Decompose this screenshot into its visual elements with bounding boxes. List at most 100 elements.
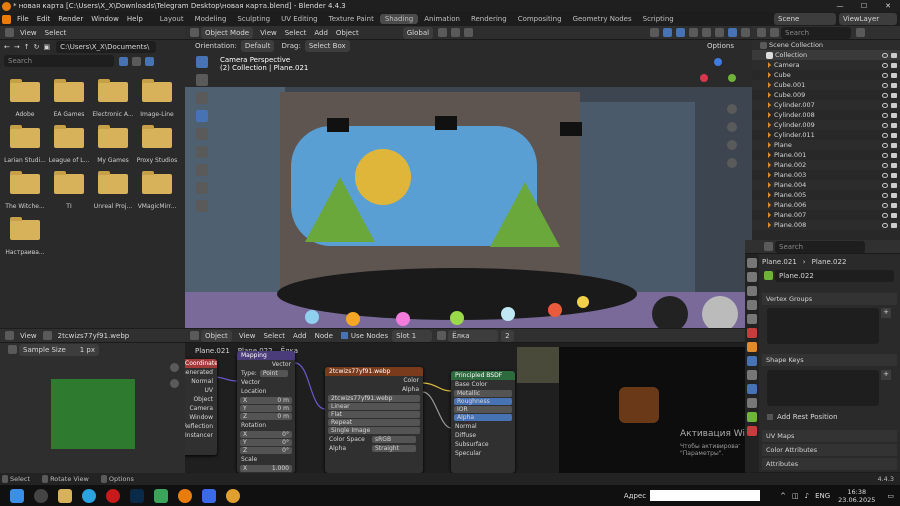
panel-attributes[interactable]: Attributes — [762, 458, 897, 470]
outliner-item[interactable]: Cube.001 — [752, 80, 900, 90]
source-dropdown[interactable]: Single Image — [328, 427, 420, 434]
alpha-mode-dropdown[interactable]: Straight — [372, 445, 416, 452]
transform-tool-icon[interactable] — [196, 146, 208, 158]
spreadsheet-icon[interactable] — [154, 488, 168, 503]
filter-icon[interactable] — [856, 28, 865, 37]
texture-coordinate-node[interactable]: Coordinate Generated Normal UV Object Camera… — [185, 359, 217, 455]
render-camera-icon[interactable] — [891, 72, 897, 78]
outliner-item[interactable]: Plane.001 — [752, 150, 900, 160]
visibility-eye-icon[interactable] — [882, 102, 888, 108]
outliner-item[interactable]: Cylinder.009 — [752, 120, 900, 130]
outliner-item[interactable]: Cube — [752, 70, 900, 80]
properties-search-input[interactable]: Search — [775, 240, 865, 253]
zoom-icon[interactable] — [727, 104, 737, 114]
view-layer-selector[interactable]: ViewLayer — [839, 13, 897, 25]
ortho-toggle-icon[interactable] — [727, 158, 737, 168]
outliner-item[interactable]: Plane.008 — [752, 220, 900, 230]
folder-item[interactable] — [96, 171, 130, 198]
folder-item[interactable] — [140, 79, 174, 106]
folder-item[interactable] — [52, 171, 86, 198]
add-rest-position-checkbox[interactable] — [767, 414, 773, 420]
visibility-eye-icon[interactable] — [882, 62, 888, 68]
menu-help[interactable]: Help — [123, 15, 147, 23]
principled-bsdf-node[interactable]: Principled BSDF Base Color Metallic Roug… — [451, 371, 515, 473]
volume-icon[interactable]: ♪ — [805, 492, 809, 500]
output-tab-icon[interactable] — [747, 286, 757, 296]
snap-icon[interactable] — [451, 28, 461, 37]
add-cube-tool-icon[interactable] — [196, 200, 208, 212]
mesh-data-field[interactable]: Plane.022 — [775, 269, 894, 282]
folder-item[interactable] — [140, 125, 174, 152]
back-arrow-icon[interactable]: ← — [4, 43, 10, 51]
visibility-eye-icon[interactable] — [882, 152, 888, 158]
outliner-search-input[interactable]: Search — [781, 26, 851, 39]
filter-icon[interactable] — [145, 56, 154, 66]
tab-animation[interactable]: Animation — [419, 14, 465, 24]
projection-dropdown[interactable]: Flat — [328, 411, 420, 418]
blender-menu-icon[interactable] — [2, 14, 11, 24]
opera-icon[interactable] — [106, 488, 120, 503]
shape-keys-list[interactable] — [767, 370, 879, 406]
scene-tab-icon[interactable] — [747, 314, 757, 324]
folder-item[interactable] — [96, 79, 130, 106]
add-vertex-group-button[interactable]: + — [881, 308, 891, 318]
fb-search-input[interactable]: Search — [4, 55, 114, 67]
properties-type-icon[interactable] — [764, 242, 773, 251]
mapping-rotation-field[interactable]: X 0° — [240, 431, 292, 438]
visibility-icon[interactable] — [650, 28, 659, 37]
visibility-eye-icon[interactable] — [882, 162, 888, 168]
tab-geometry-nodes[interactable]: Geometry Nodes — [568, 14, 637, 24]
visibility-eye-icon[interactable] — [882, 182, 888, 188]
viewport-type-icon[interactable] — [190, 28, 199, 37]
outliner-item[interactable]: Cylinder.008 — [752, 110, 900, 120]
bsdf-alpha-field[interactable]: Alpha — [454, 414, 512, 421]
pan-hand-icon[interactable] — [727, 122, 737, 132]
tab-texture-paint[interactable]: Texture Paint — [324, 14, 379, 24]
parent-dir-icon[interactable]: ↑ — [24, 43, 30, 51]
folder-item[interactable] — [96, 125, 130, 152]
outliner-item[interactable]: Camera — [752, 60, 900, 70]
modifier-tab-icon[interactable] — [747, 356, 757, 366]
explorer-icon[interactable] — [58, 488, 72, 503]
move-tool-icon[interactable] — [196, 92, 208, 104]
bsdf-subsurface-section[interactable]: Subsurface — [451, 440, 515, 449]
grass-texture-preview[interactable] — [51, 379, 135, 449]
image-zoom-icon[interactable] — [170, 363, 179, 372]
tab-uv-editing[interactable]: UV Editing — [276, 14, 323, 24]
shading-wireframe-icon[interactable] — [702, 28, 711, 37]
windows-start-icon[interactable] — [10, 488, 24, 503]
display-mode-icon[interactable] — [119, 56, 128, 66]
3d-viewport[interactable]: Object Mode View Select Add Object Globa… — [185, 26, 752, 328]
outliner-scene-collection[interactable]: Scene Collection — [752, 40, 900, 50]
bsdf-roughness-field[interactable]: Roughness — [454, 398, 512, 405]
select-tool-icon[interactable] — [196, 56, 208, 68]
overlay-toggle-icon[interactable] — [676, 28, 685, 37]
render-camera-icon[interactable] — [891, 142, 897, 148]
visibility-eye-icon[interactable] — [882, 122, 888, 128]
menu-window[interactable]: Window — [87, 15, 123, 23]
interpolation-dropdown[interactable]: Linear — [328, 403, 420, 410]
mapping-location-field[interactable]: Y 0 m — [240, 405, 292, 412]
folder-item[interactable] — [52, 79, 86, 106]
tab-shading[interactable]: Shading — [379, 14, 419, 24]
chrome-icon[interactable] — [226, 488, 240, 503]
add-rest-position-row[interactable]: Add Rest Position — [767, 412, 897, 422]
panel-color-attributes[interactable]: Color Attributes — [762, 444, 897, 456]
render-camera-icon[interactable] — [891, 212, 897, 218]
shading-solid-icon[interactable] — [715, 28, 724, 37]
image-texture-node[interactable]: 2tcwizs77yf91.webp Color Alpha 2tcwizs77… — [325, 367, 423, 473]
tab-scripting[interactable]: Scripting — [638, 14, 679, 24]
render-camera-icon[interactable] — [891, 192, 897, 198]
mapping-location-field[interactable]: Z 0 m — [240, 413, 292, 420]
constraints-tab-icon[interactable] — [747, 398, 757, 408]
tab-rendering[interactable]: Rendering — [466, 14, 512, 24]
scene-selector[interactable]: Scene — [774, 13, 836, 25]
fb-select-menu[interactable]: Select — [41, 29, 71, 37]
tool-tab-icon[interactable] — [747, 258, 757, 268]
vp-add-menu[interactable]: Add — [310, 29, 332, 37]
image-browse-icon[interactable] — [42, 331, 52, 340]
visibility-eye-icon[interactable] — [882, 52, 888, 58]
transform-space-dropdown[interactable]: Global — [402, 26, 434, 39]
outliner-item[interactable]: Plane.006 — [752, 200, 900, 210]
roblox-icon[interactable] — [202, 488, 216, 503]
